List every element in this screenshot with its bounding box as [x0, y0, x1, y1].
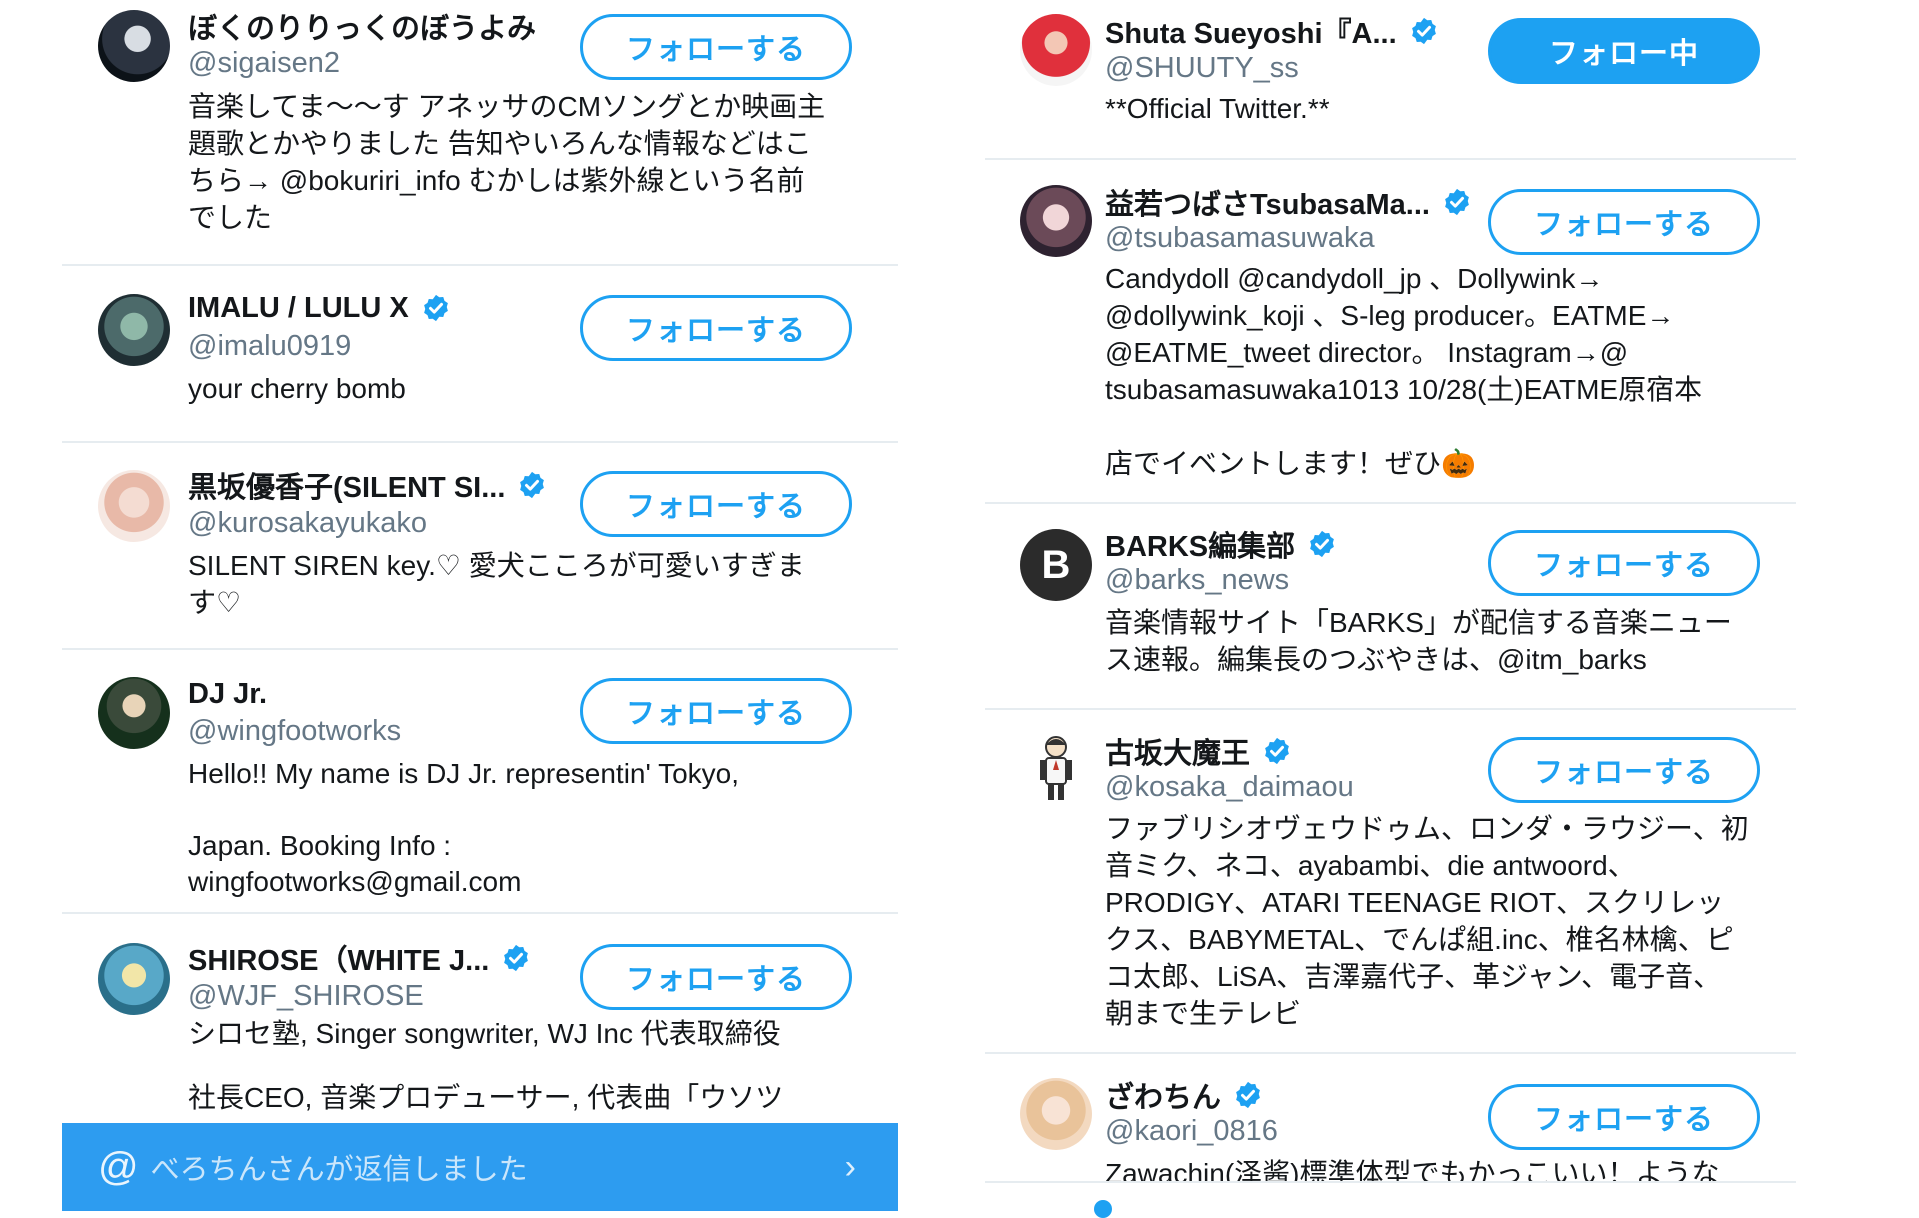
list-item[interactable]: SHIROSE（WHITE J... @WJF_SHIROSE フォローする シ… — [62, 914, 898, 1124]
user-handle: @kurosakayukako — [188, 507, 427, 539]
avatar[interactable] — [98, 10, 170, 82]
at-icon: @ — [98, 1144, 139, 1189]
following-button[interactable]: フォロー中 — [1488, 18, 1760, 84]
user-name[interactable]: 益若つばさTsubasaMa... — [1105, 181, 1430, 223]
follow-button[interactable]: フォローする — [1488, 189, 1760, 255]
follow-button[interactable]: フォローする — [580, 471, 852, 537]
user-handle: @SHUUTY_ss — [1105, 52, 1299, 84]
follow-button[interactable]: フォローする — [580, 944, 852, 1010]
user-name[interactable]: SHIROSE（WHITE J... — [188, 937, 489, 979]
user-bio: ファブリシオヴェウドゥム、ロンダ・ラウジー、初 音ミク、ネコ、ayabambi、… — [1105, 813, 1749, 1029]
divider — [985, 1181, 1796, 1183]
list-item[interactable]: 益若つばさTsubasaMa... @tsubasamasuwaka フォローす… — [985, 160, 1796, 504]
user-bio: 音楽してま〜〜す アネッサのCMソングとか映画主 題歌とかやりました 告知やいろ… — [188, 91, 826, 233]
user-handle: @imalu0919 — [188, 330, 352, 362]
user-handle: @WJF_SHIROSE — [188, 980, 424, 1012]
user-bio: your cherry bomb — [188, 373, 406, 404]
avatar[interactable] — [98, 470, 170, 542]
user-handle: @kaori_0816 — [1105, 1115, 1278, 1147]
avatar[interactable] — [1020, 1078, 1092, 1150]
verified-badge-icon — [1442, 187, 1472, 217]
list-item[interactable]: B BARKS編集部 @barks_news フォローする 音楽情報サイト「BA… — [985, 504, 1796, 710]
verified-badge-icon — [421, 293, 451, 323]
left-follow-list: ぼくのりりっくのぼうよみ @sigaisen2 フォローする 音楽してま〜〜す … — [62, 0, 898, 1211]
chevron-right-icon: › — [844, 1147, 856, 1186]
character-illustration-icon — [1040, 736, 1072, 800]
follow-button[interactable]: フォローする — [580, 678, 852, 744]
user-bio: **Official Twitter.** — [1105, 93, 1330, 124]
list-item[interactable]: DJ Jr. @wingfootworks フォローする Hello!! My … — [62, 650, 898, 914]
list-item[interactable]: 黒坂優香子(SILENT SI... @kurosakayukako フォローす… — [62, 443, 898, 650]
user-bio: シロセ塾, Singer songwriter, WJ Inc 代表取締役 社長… — [188, 1018, 784, 1113]
user-name[interactable]: IMALU / LULU X — [188, 292, 409, 325]
user-handle: @kosaka_daimaou — [1105, 771, 1354, 803]
verified-badge-icon — [1409, 16, 1439, 46]
user-bio: SILENT SIREN key.♡ 愛犬こころが可愛いすぎま す♡ — [188, 550, 805, 618]
user-name[interactable]: ぼくのりりっくのぼうよみ — [188, 5, 536, 47]
user-bio: 音楽情報サイト「BARKS」が配信する音楽ニュー ス速報。編集長のつぶやきは、@… — [1105, 607, 1732, 675]
user-name[interactable]: DJ Jr. — [188, 678, 267, 711]
user-bio: Zawachin(泽酱)標準体型でもかっこいい！ような — [1105, 1158, 1720, 1183]
user-name[interactable]: 黒坂優香子(SILENT SI... — [188, 464, 505, 506]
verified-badge-icon — [1262, 736, 1292, 766]
reply-notification-bar[interactable]: @ べろちんさんが返信しました › — [62, 1123, 898, 1211]
notification-text: べろちんさんが返信しました — [150, 1154, 528, 1186]
user-handle: @wingfootworks — [188, 715, 402, 747]
list-item[interactable]: 古坂大魔王 @kosaka_daimaou フォローする ファブリシオヴェウドゥ… — [985, 710, 1796, 1054]
user-name[interactable]: ざわちん — [1105, 1074, 1221, 1116]
avatar-letter: B — [1041, 542, 1071, 587]
avatar[interactable] — [1020, 733, 1092, 805]
page-indicator-dot — [1094, 1200, 1112, 1218]
user-handle: @barks_news — [1105, 564, 1290, 596]
avatar[interactable]: B — [1020, 529, 1092, 601]
user-name[interactable]: Shuta Sueyoshi『A... — [1105, 10, 1397, 52]
avatar[interactable] — [98, 677, 170, 749]
avatar[interactable] — [98, 294, 170, 366]
follow-button[interactable]: フォローする — [580, 295, 852, 361]
avatar[interactable] — [1020, 14, 1092, 86]
avatar[interactable] — [1020, 185, 1092, 257]
avatar[interactable] — [98, 943, 170, 1015]
right-follow-list: Shuta Sueyoshi『A... @SHUUTY_ss フォロー中 **O… — [985, 0, 1796, 1183]
verified-badge-icon — [517, 470, 547, 500]
user-bio: Hello!! My name is DJ Jr. representin' T… — [188, 758, 740, 897]
list-item[interactable]: ざわちん @kaori_0816 フォローする Zawachin(泽酱)標準体型… — [985, 1054, 1796, 1183]
verified-badge-icon — [1233, 1080, 1263, 1110]
user-handle: @sigaisen2 — [188, 47, 340, 79]
follow-button[interactable]: フォローする — [580, 14, 852, 80]
user-handle: @tsubasamasuwaka — [1105, 222, 1375, 254]
user-name[interactable]: 古坂大魔王 — [1105, 730, 1250, 772]
follow-button[interactable]: フォローする — [1488, 1084, 1760, 1150]
follow-button[interactable]: フォローする — [1488, 737, 1760, 803]
follow-button[interactable]: フォローする — [1488, 530, 1760, 596]
user-name[interactable]: BARKS編集部 — [1105, 523, 1295, 565]
list-item[interactable]: Shuta Sueyoshi『A... @SHUUTY_ss フォロー中 **O… — [985, 0, 1796, 160]
verified-badge-icon — [501, 943, 531, 973]
list-item[interactable]: ぼくのりりっくのぼうよみ @sigaisen2 フォローする 音楽してま〜〜す … — [62, 0, 898, 266]
user-bio: Candydoll @candydoll_jp 、Dollywink→ @dol… — [1105, 263, 1703, 479]
list-item[interactable]: IMALU / LULU X @imalu0919 フォローする your ch… — [62, 266, 898, 443]
verified-badge-icon — [1307, 529, 1337, 559]
